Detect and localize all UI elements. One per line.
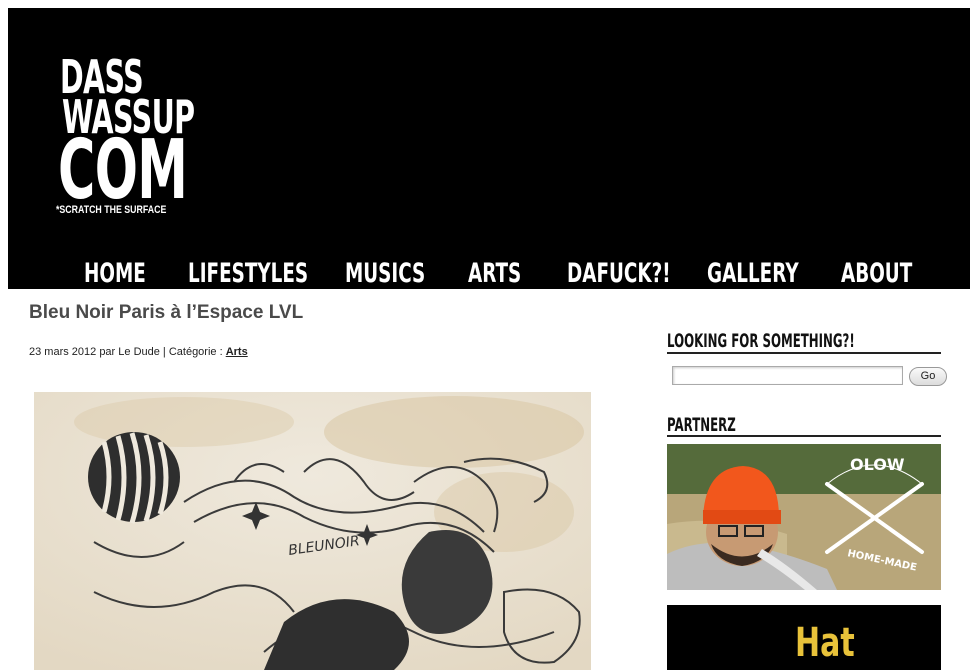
logo-line-3: COM [58,123,188,218]
partner-banner-olow[interactable]: OLOW HOME-MADE [667,444,941,590]
search-widget-title: LOOKING FOR SOMETHING?! [667,330,855,352]
nav-item-home[interactable]: HOME [84,258,146,289]
nav-item-about[interactable]: ABOUT [841,258,912,289]
nav-item-musics[interactable]: MUSICS [345,258,425,289]
post-meta-text: 23 mars 2012 par Le Dude | Catégorie : [29,346,226,358]
partner-badge-top: OLOW [850,455,905,474]
artwork-illustration: BLEUNOIR [34,392,591,670]
search-title-rule [667,352,941,354]
partners-title-rule [667,435,941,437]
partners-widget-title: PARTNERZ [667,414,736,436]
top-strip [0,0,970,8]
post-artwork[interactable]: BLEUNOIR [34,392,591,670]
search-input[interactable] [672,366,903,385]
partner-banner-hat[interactable]: Hat [667,605,941,670]
search-go-button[interactable]: Go [909,367,947,386]
nav-item-arts[interactable]: ARTS [468,258,521,289]
post-title: Bleu Noir Paris à l’Espace LVL [29,302,304,323]
category-link[interactable]: Arts [226,346,248,358]
nav-item-dafuck[interactable]: DAFUCK?! [567,258,671,289]
site-logo[interactable]: DASS WASSUP COM *SCRATCH THE SURFACE [48,46,208,226]
partner-photo: OLOW HOME-MADE [667,444,941,590]
post-meta: 23 mars 2012 par Le Dude | Catégorie : A… [29,346,248,358]
main-nav: HOME LIFESTYLES MUSICS ARTS DAFUCK?! GAL… [8,258,970,289]
nav-item-lifestyles[interactable]: LIFESTYLES [188,258,308,289]
site-header: DASS WASSUP COM *SCRATCH THE SURFACE HOM… [8,8,970,289]
logo-tagline: *SCRATCH THE SURFACE [56,204,167,216]
nav-item-gallery[interactable]: GALLERY [707,258,799,289]
partner-hat-text: Hat [795,620,855,666]
